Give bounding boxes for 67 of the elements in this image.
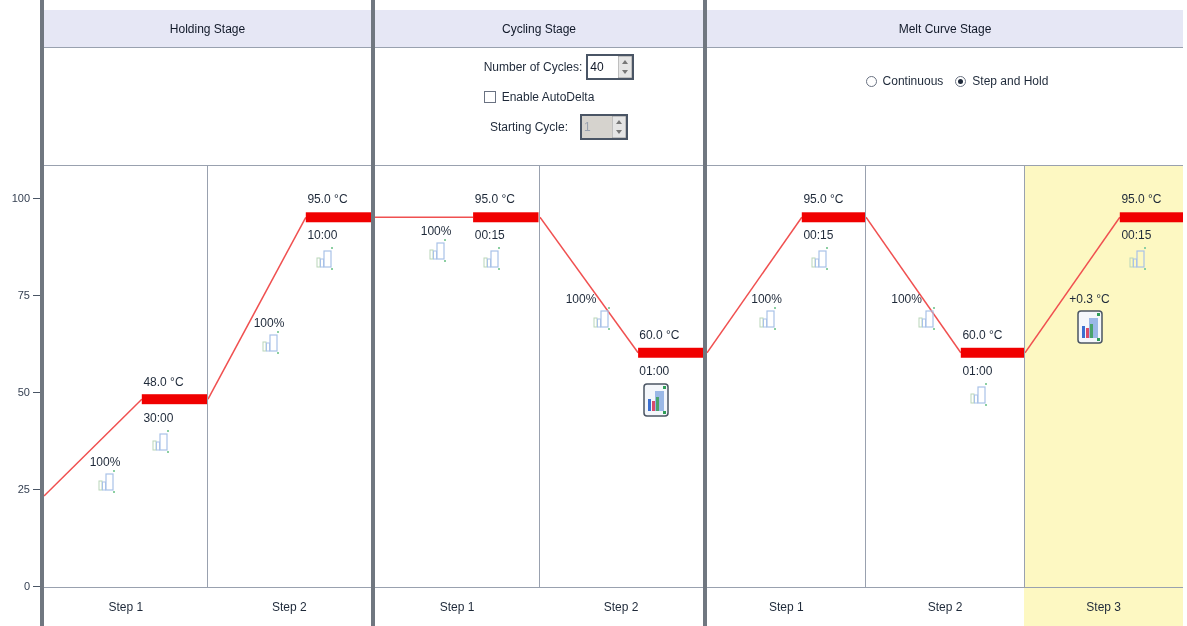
temperature-label: 60.0 °C: [639, 327, 680, 345]
radio-button[interactable]: [865, 75, 877, 87]
hold-bar[interactable]: [305, 212, 371, 223]
temperature-label: 48.0 °C: [143, 373, 184, 391]
hold-bar[interactable]: [960, 347, 1024, 358]
auto-delta-label: Enable AutoDelta: [501, 89, 595, 106]
temperature-label: 95.0 °C: [803, 191, 844, 209]
radio-button[interactable]: [955, 75, 967, 87]
hold-bar[interactable]: [1119, 212, 1183, 223]
step-area[interactable]: 100% 60.0 °C 01:00: [866, 166, 1025, 587]
ramp-line[interactable]: [44, 398, 143, 497]
hold-time-label: 01:00: [962, 363, 993, 381]
temperature-label: 95.0 °C: [1121, 191, 1162, 209]
step-label: Step 3: [1086, 599, 1122, 616]
hold-time-label: 30:00: [143, 409, 174, 427]
ramp-rate-label: 100%: [89, 454, 121, 472]
ramp-line[interactable]: [208, 216, 307, 400]
ramp-rate-label: 100%: [253, 314, 285, 332]
ramp-rate-label: +0.3 °C: [1069, 291, 1110, 309]
step-label: Step 2: [927, 599, 963, 616]
ramp-rate-label: 100%: [565, 291, 597, 309]
data-collection-icon[interactable]: [593, 307, 612, 332]
axis-tick-label: 75: [17, 288, 30, 303]
ramp-line[interactable]: [707, 216, 803, 354]
step-area[interactable]: 100% 95.0 °C 00:15: [375, 166, 540, 587]
stage-header: Holding Stage: [44, 10, 371, 48]
stage-header: Cycling Stage: [375, 10, 703, 48]
stage-header: Melt Curve Stage: [707, 10, 1183, 48]
ramp-rate-label: 100%: [420, 223, 452, 241]
ramp-rate-label: 100%: [891, 291, 922, 309]
starting-cycle-label: Starting Cycle:: [490, 119, 568, 136]
hold-bar[interactable]: [473, 212, 539, 223]
hold-time-label: 00:15: [803, 227, 834, 245]
ramp-rate-label: 100%: [751, 291, 782, 309]
axis-tick-label: 25: [17, 482, 30, 497]
hold-bar[interactable]: [637, 347, 703, 358]
ramp-line[interactable]: [539, 216, 639, 354]
step-area[interactable]: +0.3 °C 95.0 °C 00:15: [1025, 166, 1183, 587]
data-collection-icon[interactable]: [1077, 310, 1104, 345]
step-label: Step 1: [769, 599, 804, 616]
axis-tick-label: 0: [23, 579, 30, 594]
data-collection-icon[interactable]: [642, 383, 669, 418]
hold-bar[interactable]: [141, 394, 207, 405]
ramp-line[interactable]: [375, 216, 474, 219]
melt-mode-label: Continuous: [882, 73, 944, 90]
hold-time-label: 00:15: [1121, 227, 1152, 245]
temperature-label: 95.0 °C: [474, 191, 515, 209]
axis-tick-label: 50: [17, 385, 30, 400]
cycles-label: Number of Cycles:: [483, 59, 583, 76]
ramp-line[interactable]: [1025, 216, 1121, 354]
step-label: Step 2: [271, 599, 307, 616]
data-collection-icon[interactable]: [918, 307, 937, 332]
hold-bar[interactable]: [801, 212, 865, 223]
ramp-line[interactable]: [866, 216, 962, 354]
melt-mode-label: Step and Hold: [972, 73, 1049, 90]
axis-tick-label: 100: [11, 191, 30, 206]
hold-time-label: 10:00: [307, 227, 338, 245]
temperature-label: 95.0 °C: [307, 191, 348, 209]
hold-time-label: 01:00: [639, 363, 670, 381]
step-label: Step 2: [603, 599, 639, 616]
step-label: Step 1: [108, 599, 144, 616]
checkbox[interactable]: [483, 91, 496, 103]
step-area[interactable]: 100% 95.0 °C 00:15: [707, 166, 866, 587]
hold-time-label: 00:15: [474, 227, 505, 245]
temperature-label: 60.0 °C: [962, 327, 1003, 345]
step-label: Step 1: [439, 599, 475, 616]
step-area[interactable]: 100% 48.0 °C 30:00: [44, 166, 208, 587]
